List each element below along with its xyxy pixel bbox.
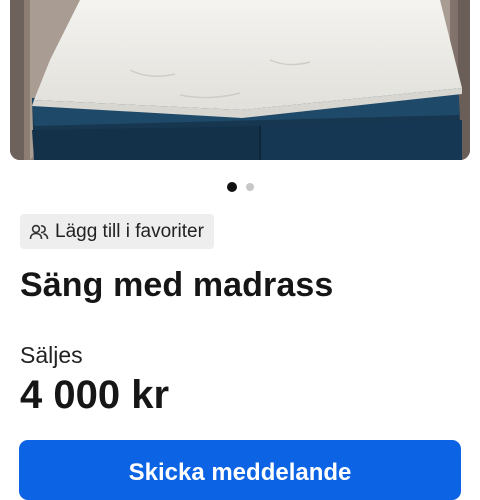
listing-photo[interactable] xyxy=(10,0,470,160)
listing-title: Säng med madrass xyxy=(20,266,334,304)
add-to-favorites-button[interactable]: Lägg till i favoriter xyxy=(20,214,214,249)
pagination-dot-active[interactable] xyxy=(226,182,237,192)
image-pagination[interactable] xyxy=(0,181,480,192)
send-message-label: Skicka meddelande xyxy=(128,459,352,486)
pagination-dot[interactable] xyxy=(245,183,254,191)
send-message-button[interactable]: Skicka meddelande xyxy=(19,440,461,500)
users-icon xyxy=(29,224,49,239)
listing-price: 4 000 kr xyxy=(20,373,170,417)
add-to-favorites-label: Lägg till i favoriter xyxy=(55,220,204,242)
listing-status: Säljes xyxy=(20,342,83,368)
bed-photo-image xyxy=(10,0,470,160)
